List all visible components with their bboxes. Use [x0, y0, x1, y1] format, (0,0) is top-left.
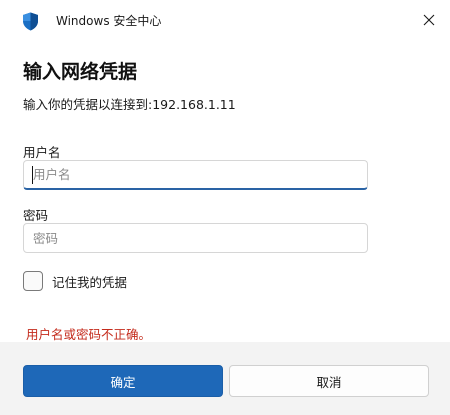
username-label: 用户名	[23, 145, 61, 160]
remember-credentials-row[interactable]: 记住我的凭据	[23, 270, 127, 292]
close-button[interactable]	[412, 6, 446, 34]
error-message: 用户名或密码不正确。	[26, 327, 152, 342]
close-icon	[423, 11, 435, 30]
dialog-subheading: 输入你的凭据以连接到:192.168.1.11	[23, 97, 236, 112]
ok-button[interactable]: 确定	[23, 365, 223, 397]
username-field[interactable]	[23, 160, 368, 190]
remember-credentials-label: 记住我的凭据	[52, 274, 128, 290]
window-title: Windows 安全中心	[56, 14, 162, 28]
remember-credentials-checkbox[interactable]	[23, 271, 43, 291]
title-bar: Windows 安全中心	[0, 0, 450, 40]
cancel-button[interactable]: 取消	[229, 365, 429, 397]
dialog-heading: 输入网络凭据	[23, 61, 138, 83]
password-field[interactable]	[23, 223, 368, 253]
shield-icon	[22, 12, 39, 31]
password-label: 密码	[23, 208, 49, 223]
text-caret	[32, 166, 33, 184]
